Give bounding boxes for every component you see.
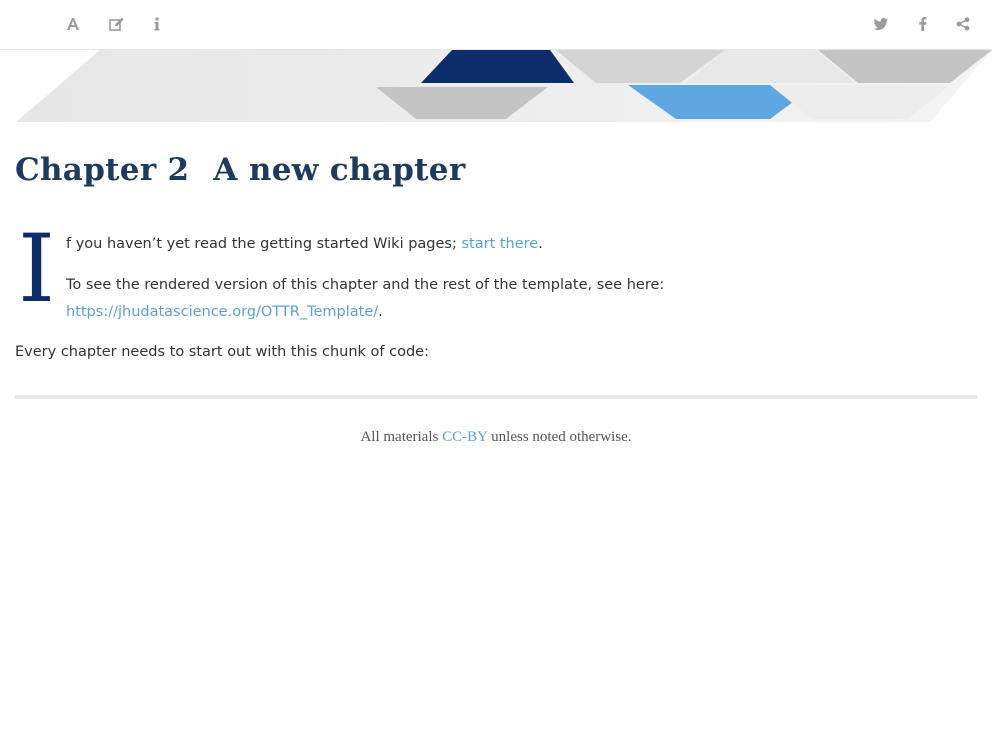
intro-end: . bbox=[538, 236, 543, 252]
start-there-link[interactable]: start there bbox=[461, 236, 538, 252]
cc-by-link[interactable]: CC-BY bbox=[442, 429, 487, 445]
edit-icon[interactable] bbox=[106, 13, 128, 35]
info-icon[interactable] bbox=[146, 13, 168, 35]
rendered-version-text: To see the rendered version of this chap… bbox=[66, 277, 665, 293]
twitter-icon[interactable] bbox=[870, 13, 892, 35]
footer-divider bbox=[15, 395, 977, 399]
template-link-end: . bbox=[378, 304, 383, 320]
top-toolbar bbox=[0, 0, 992, 50]
chapter-heading: Chapter 2 A new chapter bbox=[15, 152, 465, 188]
chapter-number: Chapter 2 bbox=[15, 152, 190, 188]
chunk-instruction: Every chapter needs to start out with th… bbox=[15, 344, 429, 360]
header-banner bbox=[16, 50, 992, 122]
chapter-title-text: A new chapter bbox=[213, 152, 466, 188]
footer-suffix: unless noted otherwise. bbox=[487, 429, 632, 445]
template-link-line: https://jhudatascience.org/OTTR_Template… bbox=[66, 304, 383, 320]
intro-paragraph: f you haven’t yet read the getting start… bbox=[66, 236, 543, 252]
facebook-icon[interactable] bbox=[912, 13, 934, 35]
intro-text: f you haven’t yet read the getting start… bbox=[66, 236, 462, 252]
font-settings-icon[interactable] bbox=[62, 13, 84, 35]
license-footer: All materials CC-BY unless noted otherwi… bbox=[0, 429, 992, 446]
footer-prefix: All materials bbox=[360, 429, 443, 445]
share-icon[interactable] bbox=[952, 13, 974, 35]
ottr-template-link[interactable]: https://jhudatascience.org/OTTR_Template… bbox=[66, 304, 378, 320]
drop-cap: I bbox=[18, 215, 56, 324]
